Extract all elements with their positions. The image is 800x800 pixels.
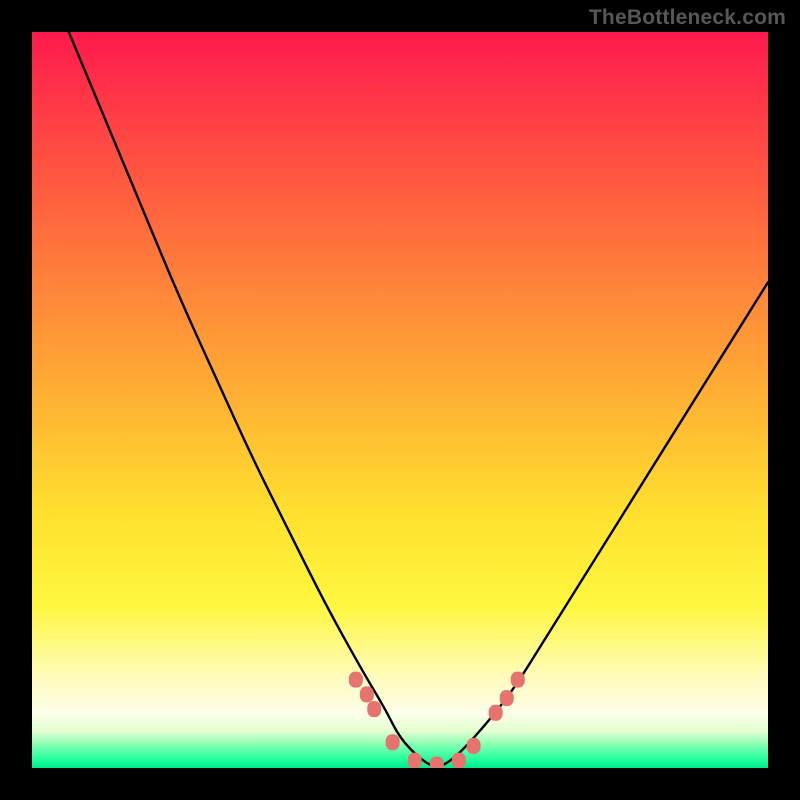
highlight-dot <box>452 753 466 768</box>
highlight-dot <box>511 672 525 688</box>
highlight-dot <box>386 734 400 750</box>
highlight-dot <box>367 701 381 717</box>
highlight-markers <box>349 672 525 768</box>
chart-plot-area <box>32 32 768 768</box>
bottleneck-curve-svg <box>32 32 768 768</box>
highlight-dot <box>360 686 374 702</box>
highlight-dot <box>467 738 481 754</box>
highlight-dot <box>349 672 363 688</box>
watermark-text: TheBottleneck.com <box>589 6 786 30</box>
highlight-dot <box>500 690 514 706</box>
bottleneck-curve <box>69 32 768 766</box>
highlight-dot <box>408 753 422 768</box>
highlight-dot <box>489 705 503 721</box>
highlight-dot <box>430 756 444 768</box>
